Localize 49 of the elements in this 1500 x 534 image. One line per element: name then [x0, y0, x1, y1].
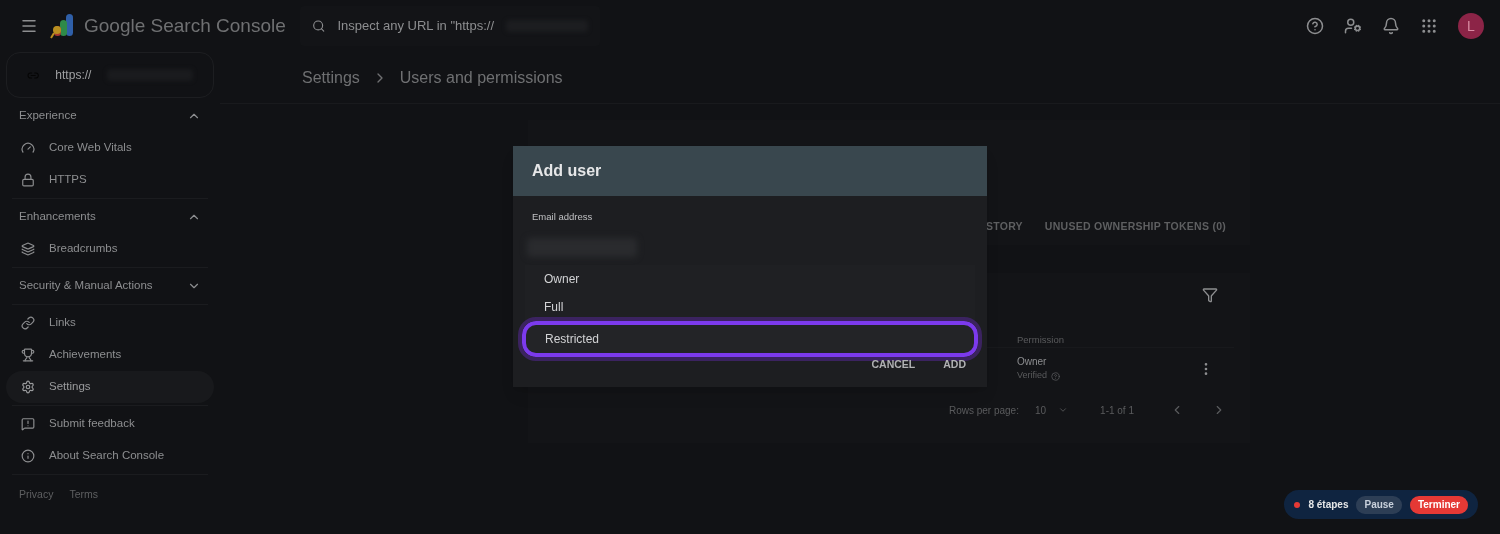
step-count: 8 étapes [1308, 498, 1349, 512]
footer-link[interactable]: Terms [69, 487, 99, 503]
property-selector[interactable]: https:// [6, 52, 214, 98]
status-text: Verified [1017, 369, 1048, 383]
gear-icon [21, 380, 35, 394]
caret-icon [1058, 405, 1069, 415]
menu-option[interactable]: Owner [525, 265, 975, 294]
sidebar-item[interactable]: Achievements [6, 339, 214, 371]
logo-icon [50, 13, 76, 39]
avatar[interactable]: L [1458, 13, 1484, 39]
sidebar-item[interactable]: Submit feedback [6, 408, 214, 440]
pause-button[interactable]: Pause [1356, 495, 1402, 514]
feedback-icon [21, 417, 35, 431]
apps-icon[interactable] [1420, 17, 1438, 35]
menu-icon[interactable] [20, 17, 38, 35]
link-icon [21, 316, 35, 330]
footer-link[interactable]: Privacy [19, 487, 54, 503]
user-settings-icon[interactable] [1344, 17, 1362, 35]
section-title: Security & Manual Actions [19, 278, 153, 294]
sidebar-item[interactable]: Breadcrumbs [6, 233, 214, 265]
dialog-button[interactable]: ADD [943, 357, 966, 373]
field-label: Email address [532, 210, 593, 222]
sidebar-item[interactable]: HTTPS [6, 164, 214, 196]
filter-icon[interactable] [1202, 287, 1218, 303]
dialog-title: Add user [532, 160, 602, 181]
section-title: Enhancements [19, 209, 96, 225]
sidebar-item[interactable]: Links [6, 307, 214, 339]
dialog-button[interactable]: CANCEL [871, 357, 916, 373]
rows-per-page-label: Rows per page: [948, 403, 1019, 418]
lock-icon [21, 173, 35, 187]
gauge-icon [21, 141, 35, 155]
sidebar-item[interactable]: Core Web Vitals [6, 132, 214, 164]
search-icon [312, 17, 326, 35]
page-range: 1-1 of 1 [1100, 403, 1134, 418]
finish-button[interactable]: Terminer [1409, 495, 1468, 514]
bell-icon[interactable] [1382, 17, 1400, 35]
layers-icon [21, 242, 35, 256]
trophy-icon [21, 348, 35, 362]
sidebar-item[interactable]: Settings [6, 371, 214, 403]
info-icon [21, 449, 35, 463]
breadcrumb-item: Users and permissions [399, 67, 563, 88]
breadcrumb-item[interactable]: Settings [302, 65, 360, 90]
column-header: Permission [1017, 332, 1064, 347]
sidebar-item[interactable]: About Search Console [6, 440, 214, 472]
product-name: Google Search Console [84, 13, 286, 38]
menu-option[interactable]: Full [525, 293, 975, 322]
section-title: Experience [19, 108, 77, 124]
help-icon[interactable] [1306, 17, 1324, 35]
table-cell-text: Owner [1017, 355, 1048, 370]
